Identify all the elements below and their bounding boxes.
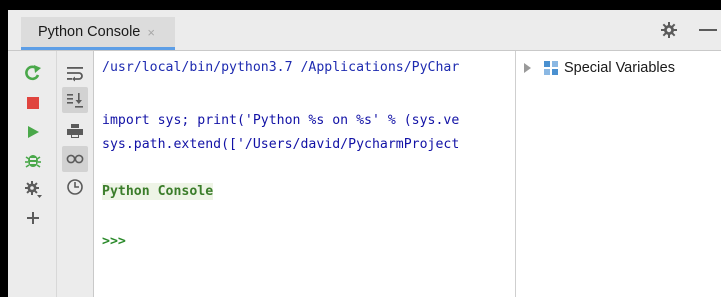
special-variables-label: Special Variables bbox=[564, 60, 675, 76]
minimize-icon[interactable] bbox=[699, 29, 717, 31]
console-prompt[interactable]: >>> bbox=[102, 234, 126, 249]
code-line-2: sys.path.extend(['/Users/david/PycharmPr… bbox=[102, 137, 460, 152]
command-line: /usr/local/bin/python3.7 /Applications/P… bbox=[102, 60, 460, 75]
run-icon[interactable] bbox=[23, 122, 43, 142]
tab-label: Python Console bbox=[38, 24, 141, 40]
python-console-panel: Python Console × /usr/local/bin/python3.… bbox=[8, 10, 721, 297]
code-line-1: import sys; print('Python %s on %s' % (s… bbox=[102, 113, 460, 128]
plus-icon[interactable] bbox=[23, 208, 43, 228]
print-icon[interactable] bbox=[65, 121, 85, 141]
console-output[interactable]: /usr/local/bin/python3.7 /Applications/P… bbox=[94, 51, 514, 297]
tab-python-console[interactable]: Python Console × bbox=[21, 17, 175, 50]
history-icon[interactable] bbox=[65, 177, 85, 197]
gear-icon[interactable] bbox=[661, 22, 677, 38]
debug-icon[interactable] bbox=[23, 150, 43, 170]
stop-icon[interactable] bbox=[23, 93, 43, 113]
console-banner: Python Console bbox=[102, 183, 214, 200]
soft-wrap-icon[interactable] bbox=[65, 64, 85, 84]
console-actions-toolbar bbox=[8, 51, 57, 297]
close-tab-icon[interactable]: × bbox=[147, 25, 155, 40]
console-view-toolbar bbox=[57, 51, 94, 297]
scroll-to-end-icon[interactable] bbox=[65, 90, 85, 110]
console-settings-icon[interactable] bbox=[23, 179, 43, 199]
rerun-icon[interactable] bbox=[23, 63, 43, 83]
tool-window-header: Python Console × bbox=[8, 10, 721, 51]
variables-panel: Special Variables bbox=[516, 51, 721, 297]
variables-group-icon bbox=[544, 61, 558, 75]
special-variables-node[interactable]: Special Variables bbox=[524, 60, 675, 76]
show-variables-icon[interactable] bbox=[65, 149, 85, 169]
expand-triangle-icon[interactable] bbox=[524, 63, 531, 73]
